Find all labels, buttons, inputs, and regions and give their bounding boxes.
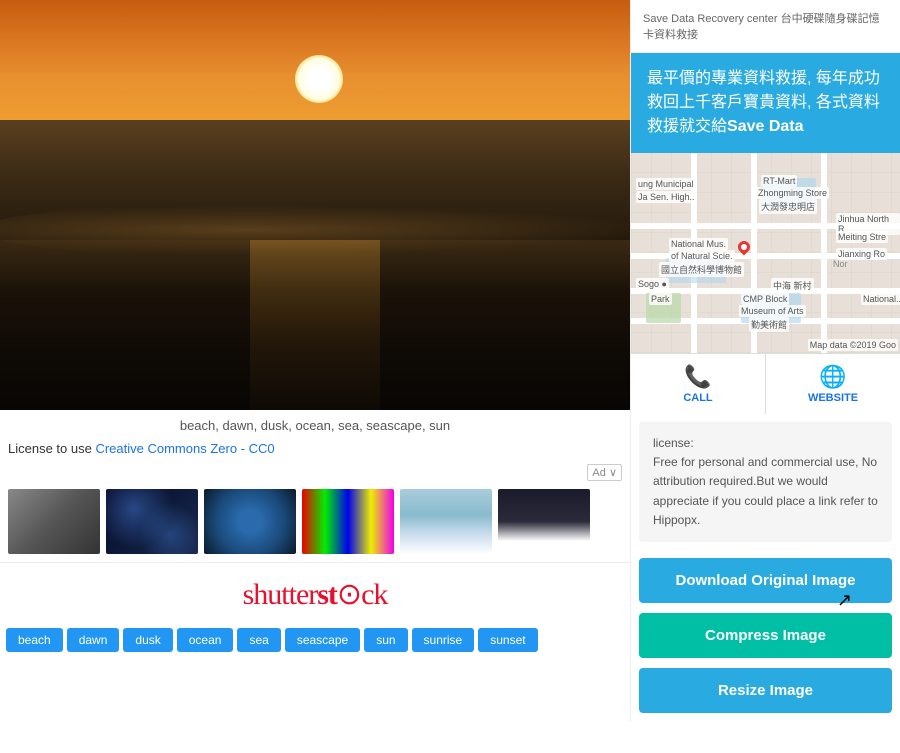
- website-button[interactable]: 🌐 WEBSITE: [766, 354, 900, 414]
- map-label: National Mus.: [669, 238, 728, 250]
- resize-button[interactable]: Resize Image: [639, 668, 892, 713]
- tag-sun[interactable]: sun: [364, 628, 407, 652]
- main-image-container: [0, 0, 630, 410]
- map-label: 國立自然科學博物館: [659, 262, 744, 277]
- sidebar-header: Save Data Recovery center 台中硬碟隨身碟記憶卡資料救接: [631, 0, 900, 53]
- map-label: 中海 新村: [771, 278, 814, 293]
- license-info-text: license:Free for personal and commercial…: [653, 436, 878, 527]
- map-label: CMP Block: [741, 293, 789, 305]
- map-label: Park: [649, 293, 672, 305]
- company-name: Save Data Recovery center 台中硬碟隨身碟記憶卡資料救接: [643, 10, 888, 42]
- tag-dusk[interactable]: dusk: [123, 628, 172, 652]
- map-label: of Natural Scie.: [669, 250, 735, 262]
- thumbnail-item[interactable]: [498, 489, 590, 554]
- license-info-box: license:Free for personal and commercial…: [639, 422, 892, 542]
- thumbnail-strip: [0, 485, 630, 562]
- website-label: WEBSITE: [808, 392, 858, 404]
- map-pin: [735, 241, 753, 263]
- license-link[interactable]: Creative Commons Zero - CC0: [95, 441, 274, 456]
- download-button-wrapper: Download Original Image: [639, 558, 892, 603]
- sidebar: Save Data Recovery center 台中硬碟隨身碟記憶卡資料救接…: [630, 0, 900, 721]
- shutterstock-logo: shutterst⊙ck: [243, 578, 388, 611]
- tags-row: beach dawn dusk ocean sea seascape sun s…: [0, 624, 630, 656]
- map-label: Nor: [831, 258, 850, 270]
- main-content: beach, dawn, dusk, ocean, sea, seascape,…: [0, 0, 630, 721]
- wave-area: [0, 120, 630, 410]
- main-image: [0, 0, 630, 410]
- map-label: Meiting Stre: [836, 231, 888, 243]
- map-label: Zhongming Store: [756, 187, 829, 199]
- tag-sunrise[interactable]: sunrise: [412, 628, 475, 652]
- tag-ocean[interactable]: ocean: [177, 628, 234, 652]
- light-reflection: [250, 240, 380, 410]
- map-road: [821, 153, 827, 353]
- call-button[interactable]: 📞 CALL: [631, 354, 766, 414]
- map-label: Ja Sen. High..: [636, 191, 697, 203]
- thumbnail-item[interactable]: [302, 489, 394, 554]
- tag-beach[interactable]: beach: [6, 628, 63, 652]
- map-label: Sogo ●: [636, 278, 669, 290]
- thumbnail-item[interactable]: [8, 489, 100, 554]
- tag-seascape[interactable]: seascape: [285, 628, 360, 652]
- shutterstock-banner: shutterst⊙ck: [0, 562, 630, 624]
- map-label: RT-Mart: [761, 175, 797, 187]
- map-label: 勤美術館: [749, 317, 789, 332]
- sun-element: [295, 55, 343, 103]
- license-text: License to use Creative Commons Zero - C…: [0, 437, 630, 460]
- tag-sea[interactable]: sea: [237, 628, 280, 652]
- ad-row: Ad ∨: [0, 460, 630, 485]
- thumbnail-item[interactable]: [106, 489, 198, 554]
- thumbnail-item[interactable]: [204, 489, 296, 554]
- map-label: 大潤發忠明店: [759, 199, 817, 214]
- call-label: CALL: [683, 392, 712, 404]
- image-caption: beach, dawn, dusk, ocean, sea, seascape,…: [0, 410, 630, 437]
- download-button[interactable]: Download Original Image: [639, 558, 892, 603]
- map-label: National...: [861, 293, 900, 305]
- globe-icon: 🌐: [819, 364, 846, 390]
- action-buttons: Download Original Image Compress Image R…: [631, 550, 900, 721]
- tag-sunset[interactable]: sunset: [478, 628, 537, 652]
- ad-text: 最平價的專業資料救援, 每年成功救回上千客戶寶貴資料, 各式資料救援就交給Sav…: [647, 67, 884, 139]
- thumbnail-item[interactable]: [400, 489, 492, 554]
- map-actions: 📞 CALL 🌐 WEBSITE: [631, 353, 900, 414]
- ad-badge: Ad ∨: [587, 464, 622, 481]
- compress-button[interactable]: Compress Image: [639, 613, 892, 658]
- map-data-label: Map data ©2019 Goo: [808, 339, 898, 351]
- sidebar-ad-block: 最平價的專業資料救援, 每年成功救回上千客戶寶貴資料, 各式資料救援就交給Sav…: [631, 53, 900, 153]
- map-container[interactable]: ung Municipal Ja Sen. High.. RT-Mart Zho…: [631, 153, 900, 353]
- map-label: ung Municipal: [636, 178, 696, 190]
- phone-icon: 📞: [684, 364, 711, 390]
- map-background: ung Municipal Ja Sen. High.. RT-Mart Zho…: [631, 153, 900, 353]
- tag-dawn[interactable]: dawn: [67, 628, 120, 652]
- map-label: Museum of Arts: [739, 305, 806, 317]
